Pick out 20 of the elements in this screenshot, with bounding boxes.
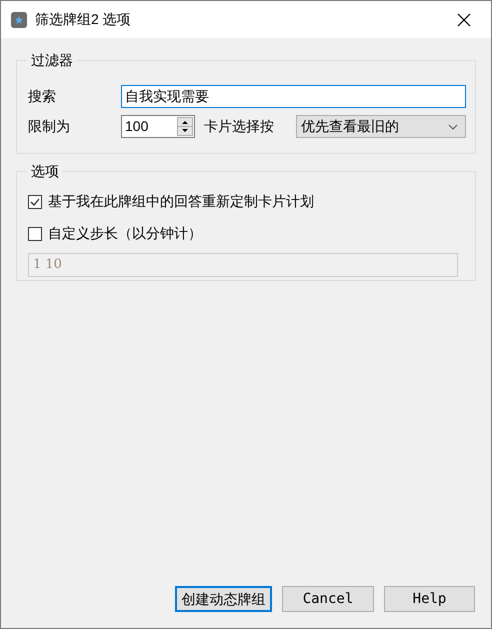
dialog-button[interactable]: Cancel <box>282 586 374 612</box>
order-dropdown[interactable]: 优先查看最旧的 <box>296 115 466 138</box>
close-icon[interactable] <box>457 12 471 26</box>
checkbox[interactable] <box>28 226 42 240</box>
limit-spinbox[interactable]: 100 <box>121 115 195 138</box>
group-legend: 过滤器 <box>27 51 77 69</box>
dialog-button[interactable]: 创建动态牌组 <box>175 586 272 612</box>
limit-label: 限制为 <box>28 117 71 136</box>
window-title: 筛选牌组2 选项 <box>35 10 131 29</box>
group-legend: 选项 <box>27 162 63 180</box>
dialog-button[interactable]: Help <box>384 586 475 612</box>
checkbox-option[interactable]: 基于我在此牌组中的回答重新定制卡片计划 <box>28 191 475 212</box>
spin-arrows-icon[interactable] <box>177 117 193 136</box>
order-label: 卡片选择按 <box>204 117 275 136</box>
search-field[interactable]: 自我实现需要 <box>121 85 466 108</box>
search-label: 搜索 <box>28 87 57 106</box>
checkbox[interactable] <box>28 194 42 208</box>
app-icon <box>11 12 27 28</box>
chevron-down-icon <box>448 124 458 130</box>
checkbox-option[interactable]: 自定义步长（以分钟计） <box>28 223 475 244</box>
